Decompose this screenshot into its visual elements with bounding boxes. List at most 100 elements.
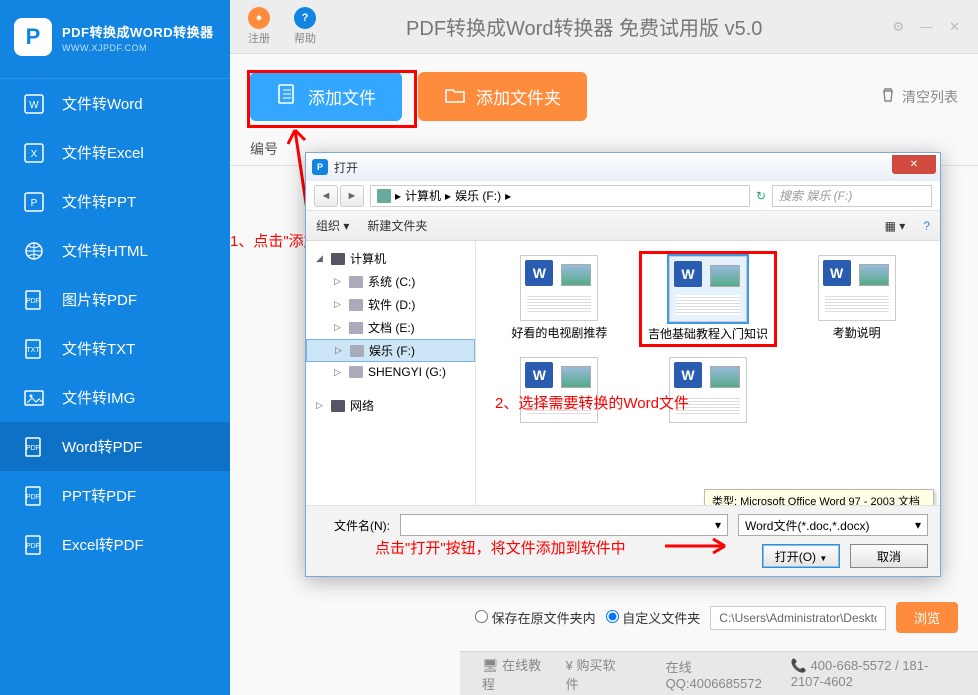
tree-drive-c[interactable]: ▷系统 (C:) bbox=[306, 270, 475, 293]
file-item[interactable]: W bbox=[490, 353, 629, 447]
qq-contact: 在线QQ:4006685572 bbox=[666, 657, 767, 691]
logo-url: WWW.XJPDF.COM bbox=[62, 43, 214, 53]
filename-input[interactable]: ▾ bbox=[400, 514, 728, 536]
app-title: PDF转换成Word转换器 免费试用版 v5.0 bbox=[340, 12, 868, 41]
svg-text:W: W bbox=[29, 100, 39, 111]
minimize-icon[interactable]: — bbox=[920, 19, 933, 35]
register-button[interactable]: ● 注册 bbox=[248, 7, 270, 46]
sidebar-item-label: Word转PDF bbox=[62, 436, 143, 457]
dialog-footer: 文件名(N): ▾ Word文件(*.doc,*.docx)▾ 打开(O) ▼ … bbox=[306, 505, 940, 576]
sidebar-item-label: 文件转TXT bbox=[62, 338, 135, 359]
add-folder-button[interactable]: 添加文件夹 bbox=[418, 72, 587, 121]
tree-computer[interactable]: ◢计算机 bbox=[306, 247, 475, 270]
close-icon[interactable]: ✕ bbox=[949, 19, 960, 35]
tree-drive-f[interactable]: ▷娱乐 (F:) bbox=[306, 339, 475, 362]
file-item[interactable]: W bbox=[639, 353, 778, 447]
filetype-select[interactable]: Word文件(*.doc,*.docx)▾ bbox=[738, 514, 928, 536]
word-icon: W bbox=[24, 94, 44, 114]
col-num: 编号 bbox=[250, 139, 310, 159]
sidebar: P PDF转换成WORD转换器 WWW.XJPDF.COM W 文件转Word X… bbox=[0, 0, 230, 695]
phone-contact: 📞 400-668-5572 / 181-2107-4602 bbox=[791, 658, 956, 689]
sidebar-item-file-to-img[interactable]: 文件转IMG bbox=[0, 373, 230, 422]
nav-forward-button[interactable]: ► bbox=[340, 185, 364, 207]
add-file-button[interactable]: 添加文件 bbox=[250, 72, 402, 121]
user-icon: ● bbox=[248, 7, 270, 29]
svg-text:PDF: PDF bbox=[26, 298, 40, 305]
sidebar-item-label: 文件转HTML bbox=[62, 240, 148, 261]
clear-list-button[interactable]: 清空列表 bbox=[880, 87, 958, 107]
search-input[interactable]: 搜索 娱乐 (F:) bbox=[772, 185, 932, 207]
folder-tree[interactable]: ◢计算机 ▷系统 (C:) ▷软件 (D:) ▷文档 (E:) ▷娱乐 (F:)… bbox=[306, 241, 476, 505]
svg-text:X: X bbox=[31, 149, 38, 160]
file-open-dialog: P 打开 ✕ ◄ ► ▸计算机 ▸娱乐 (F:)▸ ↻ 搜索 娱乐 (F:) 组… bbox=[305, 152, 941, 577]
sidebar-item-label: 文件转PPT bbox=[62, 191, 136, 212]
buy-link[interactable]: ¥ 购买软件 bbox=[566, 655, 618, 693]
tree-drive-g[interactable]: ▷SHENGYI (G:) bbox=[306, 362, 475, 382]
new-folder-button[interactable]: 新建文件夹 bbox=[367, 217, 427, 234]
save-path-input[interactable] bbox=[710, 606, 886, 630]
sidebar-item-excel-to-pdf[interactable]: PDF Excel转PDF bbox=[0, 520, 230, 569]
register-label: 注册 bbox=[248, 30, 270, 46]
help-button[interactable]: ? 帮助 bbox=[294, 7, 316, 46]
pdf-icon: PDF bbox=[24, 486, 44, 506]
file-item[interactable]: W 好看的电视剧推荐 bbox=[490, 251, 629, 347]
tutorial-link[interactable]: 🖥 在线教程 bbox=[482, 655, 542, 693]
toolbar: 添加文件 添加文件夹 清空列表 bbox=[230, 54, 978, 133]
dialog-titlebar[interactable]: P 打开 ✕ bbox=[306, 153, 940, 181]
logo-title: PDF转换成WORD转换器 bbox=[62, 22, 214, 41]
sidebar-item-label: 文件转Word bbox=[62, 93, 143, 114]
help-label: 帮助 bbox=[294, 30, 316, 46]
file-tooltip: 类型: Microsoft Office Word 97 - 2003 文档 大… bbox=[704, 489, 934, 505]
image-icon bbox=[24, 388, 44, 408]
clear-label: 清空列表 bbox=[902, 87, 958, 107]
pdf-icon: PDF bbox=[24, 437, 44, 457]
excel-icon: X bbox=[24, 143, 44, 163]
drive-icon bbox=[377, 189, 391, 203]
dialog-toolbar: 组织 ▾ 新建文件夹 ▦ ▾ ? bbox=[306, 211, 940, 241]
sidebar-item-ppt-to-pdf[interactable]: PDFPPT转PDF bbox=[0, 471, 230, 520]
sidebar-item-label: 图片转PDF bbox=[62, 289, 137, 310]
dialog-close-button[interactable]: ✕ bbox=[892, 155, 936, 174]
sidebar-item-file-to-html[interactable]: 文件转HTML bbox=[0, 226, 230, 275]
sidebar-item-file-to-ppt[interactable]: P 文件转PPT bbox=[0, 177, 230, 226]
pdf-icon: PDF bbox=[24, 535, 44, 555]
save-custom-radio[interactable]: 自定义文件夹 bbox=[606, 608, 701, 627]
sidebar-item-word-to-pdf[interactable]: PDF Word转PDF bbox=[0, 422, 230, 471]
html-icon bbox=[24, 241, 44, 261]
tree-network[interactable]: ▷网络 bbox=[306, 394, 475, 417]
file-icon bbox=[276, 83, 298, 110]
svg-text:PDF: PDF bbox=[26, 543, 40, 550]
add-file-label: 添加文件 bbox=[308, 84, 376, 109]
sidebar-item-file-to-word[interactable]: W 文件转Word bbox=[0, 79, 230, 128]
save-row: 保存在原文件夹内 自定义文件夹 浏览 bbox=[475, 602, 958, 633]
folder-icon bbox=[444, 83, 466, 110]
sidebar-item-image-to-pdf[interactable]: PDF 图片转PDF bbox=[0, 275, 230, 324]
nav-back-button[interactable]: ◄ bbox=[314, 185, 338, 207]
sidebar-item-file-to-txt[interactable]: TXT文件转TXT bbox=[0, 324, 230, 373]
open-button[interactable]: 打开(O) ▼ bbox=[762, 544, 840, 568]
tree-drive-d[interactable]: ▷软件 (D:) bbox=[306, 293, 475, 316]
sidebar-item-label: Excel转PDF bbox=[62, 534, 144, 555]
topbar: ● 注册 ? 帮助 PDF转换成Word转换器 免费试用版 v5.0 ⚙ — ✕ bbox=[230, 0, 978, 54]
file-item-selected[interactable]: W 吉他基础教程入门知识 bbox=[639, 251, 778, 347]
footer: 🖥 在线教程 ¥ 购买软件 在线QQ:4006685572 📞 400-668-… bbox=[460, 651, 978, 695]
refresh-icon[interactable]: ↻ bbox=[756, 189, 766, 203]
tree-drive-e[interactable]: ▷文档 (E:) bbox=[306, 316, 475, 339]
svg-text:P: P bbox=[31, 198, 38, 209]
file-item[interactable]: W 考勤说明 bbox=[787, 251, 926, 347]
pdf-icon: PDF bbox=[24, 290, 44, 310]
app-icon: P bbox=[312, 159, 328, 175]
help-icon: ? bbox=[294, 7, 316, 29]
settings-icon[interactable]: ⚙ bbox=[892, 19, 904, 35]
sidebar-item-label: 文件转IMG bbox=[62, 387, 135, 408]
organize-menu[interactable]: 组织 ▾ bbox=[316, 217, 349, 234]
sidebar-item-file-to-excel[interactable]: X文件转Excel bbox=[0, 128, 230, 177]
help-icon[interactable]: ? bbox=[923, 219, 930, 233]
breadcrumb[interactable]: ▸计算机 ▸娱乐 (F:)▸ bbox=[370, 185, 750, 207]
save-original-radio[interactable]: 保存在原文件夹内 bbox=[475, 608, 596, 627]
browse-button[interactable]: 浏览 bbox=[896, 602, 958, 633]
add-folder-label: 添加文件夹 bbox=[476, 84, 561, 109]
file-pane[interactable]: W 好看的电视剧推荐 W 吉他基础教程入门知识 W 考勤说明 W W bbox=[476, 241, 940, 505]
view-icon[interactable]: ▦ ▾ bbox=[885, 219, 906, 233]
cancel-button[interactable]: 取消 bbox=[850, 544, 928, 568]
